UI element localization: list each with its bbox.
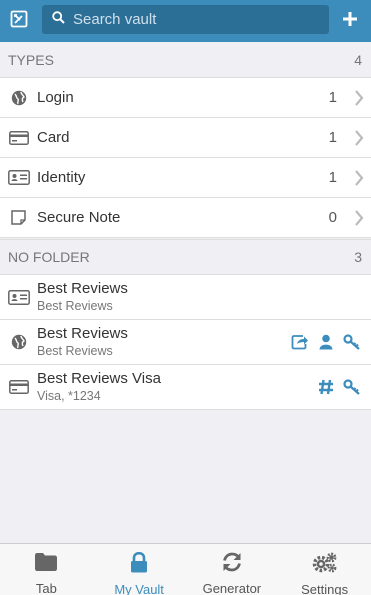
- tab-label: Generator: [202, 581, 262, 595]
- type-row-login[interactable]: Login 1: [0, 78, 371, 118]
- copy-number-icon[interactable]: [317, 378, 335, 396]
- add-icon: [342, 11, 358, 32]
- type-count: 1: [328, 169, 337, 186]
- section-count: 3: [354, 249, 362, 265]
- popout-icon: [10, 10, 28, 33]
- item-subtitle: Best Reviews: [37, 299, 113, 313]
- popout-button[interactable]: [0, 0, 38, 42]
- search-icon: [52, 10, 65, 29]
- type-count: 0: [328, 209, 337, 226]
- chevron-right-icon: [347, 209, 371, 226]
- tab-label: Settings: [301, 582, 349, 595]
- vault-item[interactable]: Best Reviews Best Reviews: [0, 320, 371, 365]
- type-row-card[interactable]: Card 1: [0, 118, 371, 158]
- item-subtitle: Best Reviews: [37, 344, 113, 358]
- copy-username-icon[interactable]: [317, 333, 335, 351]
- bottom-tab-bar: Tab My Vault Generator Settings: [0, 543, 371, 595]
- tab-current-tab[interactable]: Tab: [0, 544, 93, 595]
- item-name: Best Reviews Visa: [37, 370, 161, 387]
- credit-card-icon: [0, 130, 37, 145]
- type-row-secure-note[interactable]: Secure Note 0: [0, 198, 371, 238]
- lock-icon: [130, 551, 148, 578]
- sticky-note-icon: [0, 210, 37, 225]
- folder-icon: [34, 552, 58, 577]
- refresh-icon: [221, 552, 243, 577]
- launch-icon[interactable]: [291, 333, 309, 351]
- item-name: Best Reviews: [37, 325, 128, 342]
- section-title: TYPES: [8, 51, 54, 68]
- type-count: 1: [328, 89, 337, 106]
- type-label: Card: [37, 129, 70, 146]
- no-folder-section-header: NO FOLDER 3: [0, 239, 371, 275]
- top-bar: [0, 0, 371, 42]
- copy-code-icon[interactable]: [343, 378, 361, 396]
- globe-icon: [0, 334, 37, 350]
- item-name: Best Reviews: [37, 280, 128, 297]
- tab-settings[interactable]: Settings: [278, 544, 371, 595]
- type-row-identity[interactable]: Identity 1: [0, 158, 371, 198]
- type-count: 1: [328, 129, 337, 146]
- cogs-icon: [312, 552, 338, 578]
- vault-item[interactable]: Best Reviews Best Reviews: [0, 275, 371, 320]
- item-subtitle: Visa, *1234: [37, 389, 101, 403]
- id-card-icon: [0, 170, 37, 185]
- vault-item[interactable]: Best Reviews Visa Visa, *1234: [0, 365, 371, 410]
- chevron-right-icon: [347, 169, 371, 186]
- search-input[interactable]: [73, 11, 313, 28]
- chevron-right-icon: [347, 89, 371, 106]
- tab-generator[interactable]: Generator: [186, 544, 279, 595]
- type-label: Identity: [37, 169, 86, 186]
- types-section-header: TYPES 4: [0, 42, 371, 78]
- tab-my-vault[interactable]: My Vault: [93, 544, 186, 595]
- chevron-right-icon: [347, 129, 371, 146]
- vault-items-list: Best Reviews Best Reviews Best Reviews B…: [0, 275, 371, 410]
- copy-password-icon[interactable]: [343, 333, 361, 351]
- tab-label: Tab: [35, 581, 57, 595]
- add-item-button[interactable]: [331, 0, 369, 42]
- tab-label: My Vault: [114, 582, 164, 595]
- types-list: Login 1 Card 1 Identity 1 Secure Note 0: [0, 78, 371, 238]
- type-label: Secure Note: [37, 209, 121, 226]
- globe-icon: [0, 90, 37, 106]
- section-title: NO FOLDER: [8, 249, 90, 265]
- section-count: 4: [354, 51, 362, 68]
- type-label: Login: [37, 89, 74, 106]
- id-card-icon: [0, 289, 37, 305]
- credit-card-icon: [0, 380, 37, 394]
- search-box[interactable]: [42, 5, 329, 34]
